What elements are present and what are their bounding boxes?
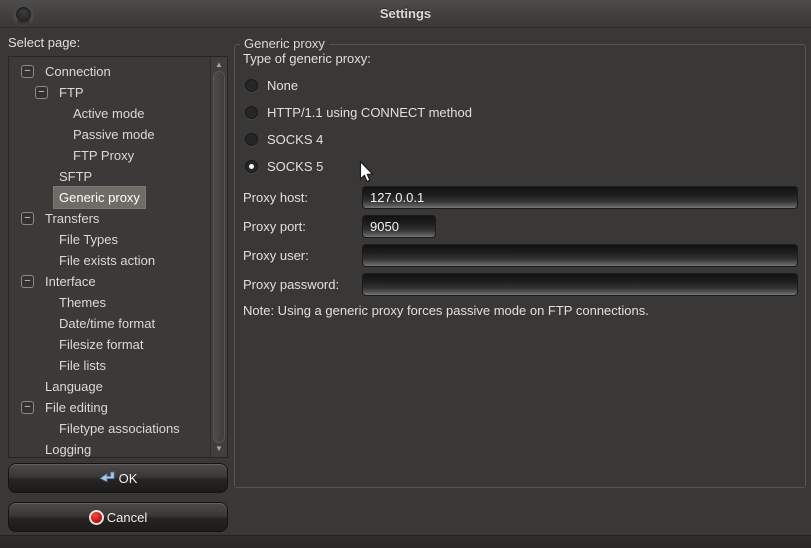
proxy-password-label: Proxy password:: [243, 273, 339, 296]
proxy-port-label: Proxy port:: [243, 215, 306, 238]
radio-option-label: SOCKS 4: [267, 132, 323, 147]
radio-button-icon[interactable]: [245, 106, 258, 119]
window-footer: [0, 535, 811, 548]
proxy-port-input[interactable]: [362, 215, 436, 238]
radio-option-http[interactable]: HTTP/1.1 using CONNECT method: [245, 99, 472, 126]
proxy-user-input[interactable]: [362, 244, 798, 267]
mouse-cursor: [359, 161, 374, 184]
proxy-host-input[interactable]: [362, 186, 798, 209]
radio-button-icon[interactable]: [245, 133, 258, 146]
proxy-note: Note: Using a generic proxy forces passi…: [243, 303, 649, 318]
radio-button-icon[interactable]: [245, 160, 258, 173]
radio-option-label: None: [267, 78, 298, 93]
radio-button-icon[interactable]: [245, 79, 258, 92]
proxy-user-label: Proxy user:: [243, 244, 309, 267]
settings-window: { "window": { "title": "Settings", "back…: [0, 0, 811, 548]
generic-proxy-panel: Type of generic proxy: None HTTP/1.1 usin…: [0, 0, 811, 548]
radio-option-socks4[interactable]: SOCKS 4: [245, 126, 472, 153]
radio-option-label: SOCKS 5: [267, 159, 323, 174]
proxy-password-input[interactable]: [362, 273, 798, 296]
radio-option-label: HTTP/1.1 using CONNECT method: [267, 105, 472, 120]
radio-option-none[interactable]: None: [245, 72, 472, 99]
proxy-host-label: Proxy host:: [243, 186, 308, 209]
proxy-type-label: Type of generic proxy:: [243, 51, 371, 66]
